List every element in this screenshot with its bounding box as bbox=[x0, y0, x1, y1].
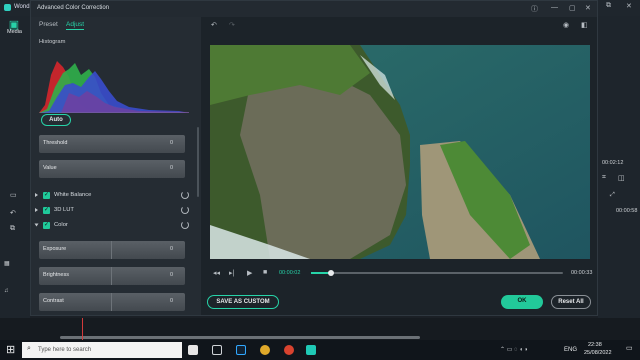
playhead[interactable] bbox=[82, 318, 83, 340]
cortana-icon[interactable] bbox=[188, 345, 198, 355]
reset-icon[interactable] bbox=[181, 206, 189, 214]
language-indicator[interactable]: ENG bbox=[564, 347, 577, 353]
chrome-icon[interactable] bbox=[260, 345, 270, 355]
editor-right-panel: 00:02:12 ⌗ ◫ ⤢ 00:00:58 bbox=[598, 16, 640, 340]
task-view-icon[interactable] bbox=[212, 345, 222, 355]
photoshop-icon[interactable] bbox=[236, 345, 246, 355]
contrast-value: 0 bbox=[169, 298, 173, 304]
current-time: 00:00:02 bbox=[279, 270, 301, 276]
brightness-slider[interactable]: Brightness 0 bbox=[39, 267, 185, 285]
undo-icon[interactable]: ↶ bbox=[10, 209, 16, 217]
crop-icon[interactable]: ⌗ bbox=[602, 174, 606, 182]
fullscreen-preview-icon[interactable]: ⤢ bbox=[610, 192, 615, 199]
undo-icon[interactable]: ↶ bbox=[211, 21, 217, 29]
white-balance-label: White Balance bbox=[54, 192, 92, 198]
editor-title: Wond bbox=[14, 4, 30, 10]
track-video-icon[interactable]: ▦ bbox=[4, 260, 10, 267]
step-back-icon[interactable]: ▸| bbox=[229, 269, 234, 277]
browser-icon[interactable] bbox=[284, 345, 294, 355]
right-timecode: 00:02:12 bbox=[602, 160, 624, 166]
timeline-scrollbar[interactable] bbox=[60, 336, 420, 339]
search-icon: ⌕ bbox=[27, 345, 31, 352]
tab-adjust[interactable]: Adjust bbox=[66, 21, 85, 30]
contrast-label: Contrast bbox=[43, 298, 64, 304]
reset-all-button[interactable]: Reset All bbox=[551, 295, 591, 309]
dialog-title: Advanced Color Correction bbox=[37, 5, 110, 11]
expand-arrow-icon[interactable] bbox=[35, 208, 38, 212]
slider-center-mark bbox=[111, 241, 112, 259]
value-label: Value bbox=[43, 165, 57, 171]
ok-button[interactable]: OK bbox=[501, 295, 543, 309]
playback-knob[interactable] bbox=[328, 270, 335, 276]
threshold-label: Threshold bbox=[43, 140, 68, 146]
adjust-panel: Preset Adjust Histogram Auto Threshold 0… bbox=[31, 17, 201, 315]
threshold-value: 0 bbox=[169, 140, 173, 146]
expand-arrow-icon[interactable] bbox=[35, 193, 38, 197]
fullscreen-icon[interactable]: ⧉ bbox=[606, 2, 611, 10]
dialog-maximize-icon[interactable]: ▢ bbox=[569, 4, 576, 12]
exposure-slider[interactable]: Exposure 0 bbox=[39, 241, 185, 259]
panel-scrollbar[interactable] bbox=[197, 127, 199, 197]
slider-center-mark bbox=[111, 293, 112, 311]
help-icon[interactable]: ⓘ bbox=[531, 4, 538, 14]
threshold-slider[interactable]: Threshold 0 bbox=[39, 135, 185, 153]
color-label: Color bbox=[54, 222, 68, 228]
redo-icon[interactable]: ↷ bbox=[229, 21, 235, 29]
clock-time[interactable]: 22:38 bbox=[588, 342, 602, 348]
histogram-chart bbox=[39, 61, 189, 113]
value-slider[interactable]: Value 0 bbox=[39, 160, 185, 178]
editor-left-nav: ▣ Media ▭ ↶ ⧉ ▦ ♫ bbox=[0, 16, 30, 340]
exposure-label: Exposure bbox=[43, 246, 67, 252]
brightness-label: Brightness bbox=[43, 272, 69, 278]
tab-preset[interactable]: Preset bbox=[39, 21, 58, 28]
exposure-value: 0 bbox=[169, 246, 173, 252]
dialog-close-icon[interactable]: ✕ bbox=[585, 4, 591, 12]
search-placeholder: Type here to search bbox=[38, 347, 92, 353]
timeline-area bbox=[0, 318, 640, 340]
color-checkbox[interactable]: ✓ bbox=[43, 222, 50, 229]
layers-icon[interactable]: ⧉ bbox=[10, 225, 15, 233]
notification-icon[interactable]: ▭ bbox=[626, 344, 633, 352]
eye-icon[interactable]: ◉ bbox=[563, 21, 569, 29]
playback-track[interactable] bbox=[311, 270, 563, 276]
3d-lut-label: 3D LUT bbox=[54, 207, 74, 213]
filmora-icon[interactable] bbox=[306, 345, 316, 355]
dialog-minimize-icon[interactable]: — bbox=[551, 4, 558, 11]
prev-frame-icon[interactable]: ◂◂ bbox=[213, 269, 220, 277]
compare-icon[interactable]: ◧ bbox=[581, 21, 588, 29]
app-logo-icon bbox=[4, 4, 11, 11]
timeline-time: 00:00:58 bbox=[616, 208, 638, 214]
white-balance-checkbox[interactable]: ✓ bbox=[43, 192, 50, 199]
close-icon[interactable]: ✕ bbox=[626, 2, 632, 10]
play-icon[interactable]: ▶ bbox=[247, 269, 252, 277]
clock-date[interactable]: 25/08/2022 bbox=[584, 350, 612, 356]
track-audio-icon[interactable]: ♫ bbox=[4, 288, 9, 294]
total-time: 00:00:33 bbox=[571, 270, 593, 276]
folder-icon[interactable]: ▭ bbox=[10, 191, 17, 199]
contrast-slider[interactable]: Contrast 0 bbox=[39, 293, 185, 311]
brightness-value: 0 bbox=[169, 272, 173, 278]
media-tab[interactable]: Media bbox=[7, 29, 22, 35]
tray-icons[interactable]: ⌃ ▭ ◌ ◖ ◗ bbox=[500, 346, 528, 353]
video-preview bbox=[210, 45, 590, 259]
snapshot-icon[interactable]: ◫ bbox=[618, 174, 625, 182]
color-correction-dialog: Advanced Color Correction ⓘ — ▢ ✕ Preset… bbox=[30, 0, 598, 316]
save-as-custom-button[interactable]: SAVE AS CUSTOM bbox=[207, 295, 279, 309]
stop-icon[interactable]: ■ bbox=[263, 269, 267, 276]
histogram-label: Histogram bbox=[39, 39, 66, 45]
auto-button[interactable]: Auto bbox=[41, 114, 71, 126]
preview-panel: ↶ ↷ ◉ ◧ ◂◂ ▸| ▶ ■ 00:00:02 00:00:33 SAVE… bbox=[201, 17, 597, 315]
reset-icon[interactable] bbox=[181, 191, 189, 199]
value-value: 0 bbox=[169, 165, 173, 171]
collapse-arrow-icon[interactable] bbox=[34, 223, 39, 227]
3d-lut-checkbox[interactable]: ✓ bbox=[43, 207, 50, 214]
reset-icon[interactable] bbox=[181, 221, 189, 229]
windows-start-icon[interactable]: ⊞ bbox=[6, 343, 15, 356]
slider-center-mark bbox=[111, 267, 112, 285]
